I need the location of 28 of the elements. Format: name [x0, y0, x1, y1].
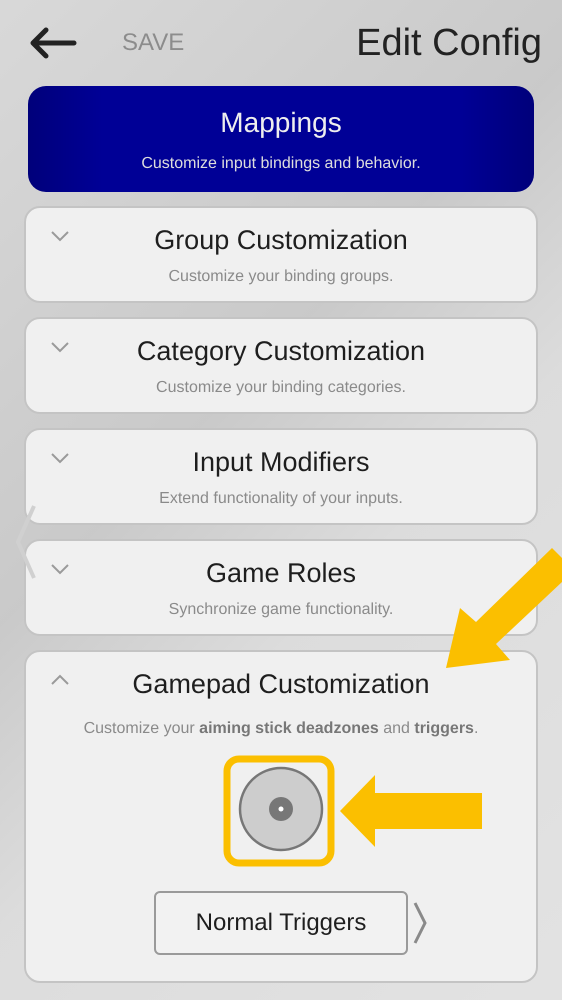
section-title: Input Modifiers — [192, 446, 370, 480]
section-card[interactable]: Gamepad Customization Customize your aiming stick deadzones and triggers. Normal Triggers — [24, 650, 538, 983]
section-description: Synchronize game functionality. — [168, 600, 394, 620]
section-description: Customize your binding groups. — [168, 266, 394, 287]
chevron-down-icon — [50, 452, 70, 464]
section-card[interactable]: Group Customization Customize your binding groups. — [24, 206, 538, 303]
banner-subtitle: Customize input bindings and behavior. — [141, 154, 421, 174]
trigger-mode-button[interactable]: Normal Triggers — [154, 890, 408, 954]
chevron-right-icon[interactable] — [412, 900, 428, 944]
page-title: Edit Config — [356, 20, 542, 66]
section-description: Extend functionality of your inputs. — [159, 488, 403, 509]
chevron-down-icon — [50, 563, 70, 576]
section-description: Customize your binding categories. — [156, 378, 406, 398]
section-title: Category Customization — [136, 335, 426, 368]
joystick-icon[interactable] — [237, 764, 325, 852]
section-card[interactable]: Category Customization Customize your binding categories. — [24, 317, 538, 414]
section-card[interactable]: Game Roles Synchronize game functionality. — [24, 539, 538, 636]
section-title: Gamepad Customization — [132, 668, 430, 701]
section-card[interactable]: Input Modifiers Extend functionality of your inputs. — [24, 428, 538, 525]
chevron-down-icon — [50, 230, 70, 242]
section-description: Customize your aiming stick deadzones and triggers. — [84, 718, 478, 738]
chevron-up-icon — [50, 674, 70, 686]
pointer-arrow-icon — [446, 548, 562, 668]
chevron-down-icon — [50, 341, 70, 354]
section-title: Group Customization — [154, 224, 408, 258]
banner-title: Mappings — [220, 106, 342, 140]
pointer-arrow-icon — [340, 775, 482, 847]
section-title: Game Roles — [206, 557, 356, 590]
